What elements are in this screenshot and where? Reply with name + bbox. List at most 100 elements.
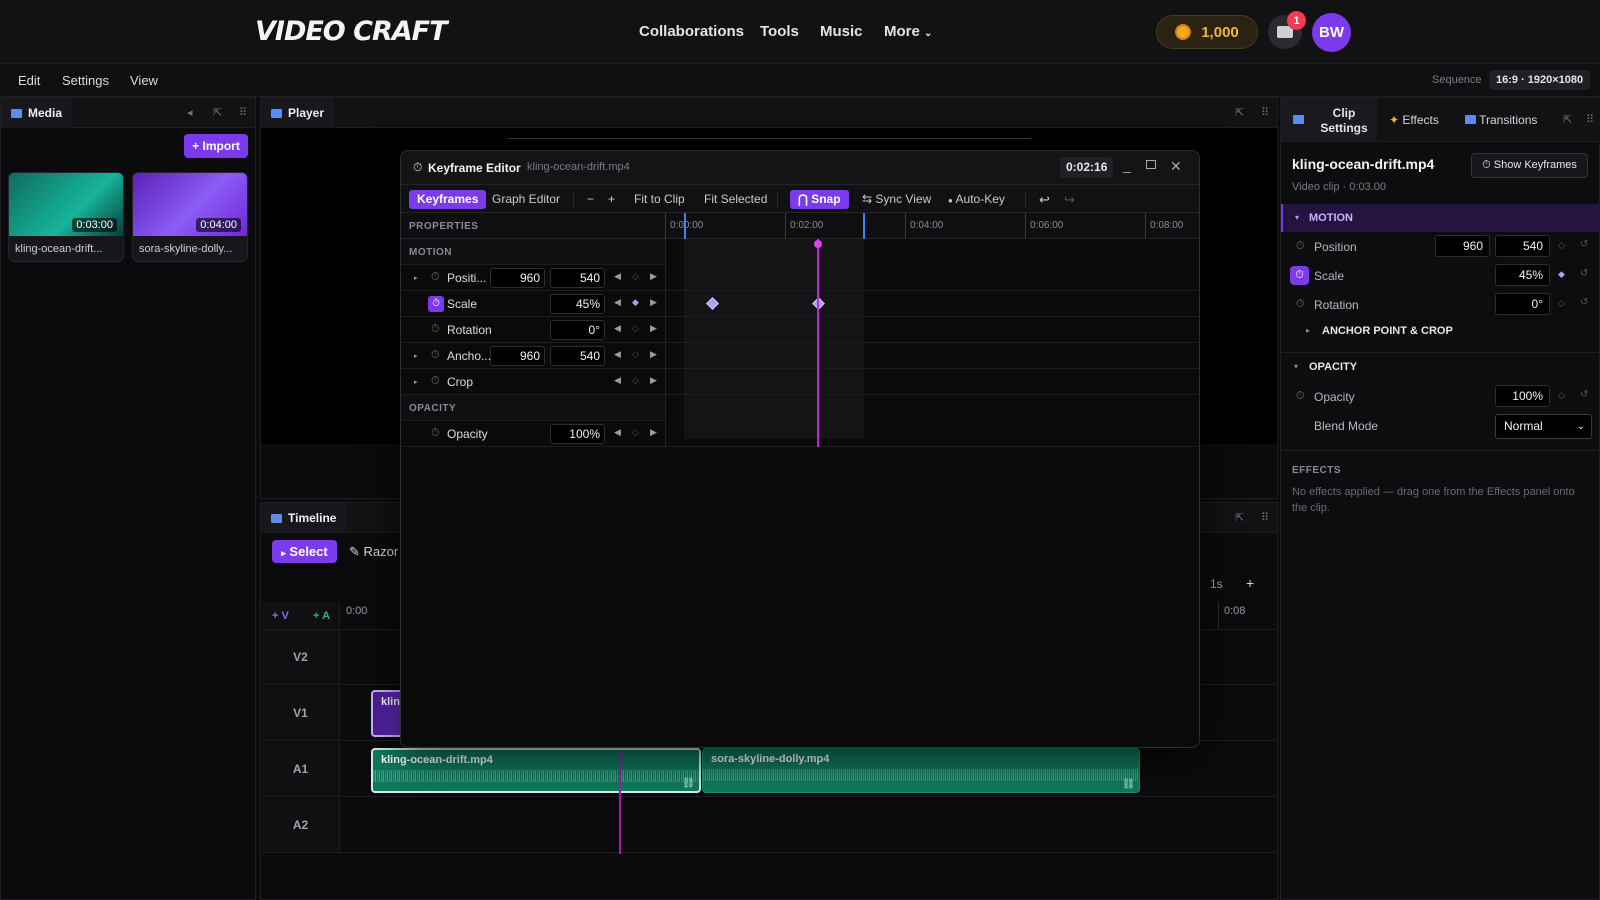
prev-keyframe-icon[interactable]: ◀ — [614, 271, 621, 282]
add-video-track-button[interactable]: + V — [272, 610, 289, 622]
next-keyframe-icon[interactable]: ▶ — [650, 349, 657, 360]
import-button[interactable]: + Import — [184, 134, 248, 158]
keyframe-diamond-icon[interactable]: ◆ — [1558, 269, 1565, 280]
track-header-a1[interactable]: A1 — [262, 742, 340, 797]
reset-icon[interactable]: ↺ — [1580, 268, 1588, 279]
keyframe-editor-titlebar[interactable]: ⏱ Keyframe Editor kling-ocean-drift.mp4 … — [401, 151, 1199, 185]
keyframe-toggle-icon[interactable]: ◇ — [632, 375, 639, 386]
tab-clip-settings[interactable]: Clip Settings — [1281, 98, 1377, 142]
popout-icon[interactable]: ⇱ — [1235, 106, 1244, 119]
expand-icon[interactable]: ▸ — [414, 352, 418, 360]
keyframe-playhead[interactable] — [817, 239, 819, 447]
auto-key-toggle[interactable]: ● Auto-Key — [948, 190, 1005, 209]
fit-to-clip-button[interactable]: Fit to Clip — [634, 190, 685, 209]
anchor-y-field[interactable]: 540 — [550, 346, 605, 366]
drag-handle-icon[interactable]: ⠿ — [239, 106, 247, 119]
sequence-setting[interactable]: 16:9 · 1920×1080 — [1489, 70, 1591, 90]
reset-icon[interactable]: ↺ — [1580, 297, 1588, 308]
nav-music[interactable]: Music — [820, 23, 863, 40]
track-header-a2[interactable]: A2 — [262, 798, 340, 853]
track-a2[interactable] — [340, 798, 1276, 853]
tab-transitions[interactable]: Transitions — [1465, 113, 1537, 127]
keyframe-toggle-icon[interactable]: ◇ — [632, 427, 639, 438]
keyframe-toggle-icon[interactable]: ◇ — [632, 323, 639, 334]
zoom-in-button[interactable]: + — [608, 190, 615, 209]
scale-field[interactable]: 45% — [1495, 264, 1550, 286]
prev-keyframe-icon[interactable]: ◀ — [614, 323, 621, 334]
anchor-crop-section[interactable]: ANCHOR POINT & CROP — [1322, 325, 1453, 337]
popout-icon[interactable]: ⇱ — [213, 106, 222, 119]
next-keyframe-icon[interactable]: ▶ — [650, 297, 657, 308]
keyframe-toggle-icon[interactable]: ◇ — [632, 271, 639, 282]
tab-graph-editor[interactable]: Graph Editor — [492, 190, 560, 209]
reset-icon[interactable]: ↺ — [1580, 389, 1588, 400]
expand-icon[interactable]: ▸ — [414, 378, 418, 386]
next-keyframe-icon[interactable]: ▶ — [650, 375, 657, 386]
keyframe-toggle-icon[interactable]: ◇ — [632, 349, 639, 360]
stopwatch-icon[interactable]: ⏱ — [431, 271, 440, 284]
audio-clip[interactable]: sora-skyline-dolly.mp4 ⛓ — [702, 748, 1140, 793]
position-x-field[interactable]: 960 — [1435, 235, 1490, 257]
playhead-handle[interactable] — [814, 240, 822, 248]
rotation-field[interactable]: 0° — [550, 320, 605, 340]
position-x-field[interactable]: 960 — [490, 268, 545, 288]
track-a1[interactable]: kling-ocean-drift.mp4 ⛓ sora-skyline-doll… — [340, 742, 1276, 797]
zoom-in-button[interactable]: + — [1246, 575, 1254, 591]
rotation-field[interactable]: 0° — [1495, 293, 1550, 315]
opacity-section-header[interactable]: OPACITY — [1309, 361, 1357, 373]
position-y-field[interactable]: 540 — [550, 268, 605, 288]
add-audio-track-button[interactable]: + A — [313, 610, 330, 622]
timeline-playhead[interactable] — [619, 752, 621, 854]
motion-section-header[interactable]: ▾ MOTION — [1281, 204, 1599, 232]
prev-keyframe-icon[interactable]: ◀ — [614, 297, 621, 308]
stopwatch-icon[interactable]: ⏱ — [431, 375, 440, 388]
keyframe-diamond-icon[interactable]: ◆ — [632, 297, 639, 308]
stopwatch-icon[interactable]: ⏱ — [431, 349, 440, 362]
position-y-field[interactable]: 540 — [1495, 235, 1550, 257]
anchor-x-field[interactable]: 960 — [490, 346, 545, 366]
drag-handle-icon[interactable]: ⠿ — [1586, 113, 1594, 126]
media-item[interactable]: 0:03:00 kling-ocean-drift... — [8, 172, 124, 262]
nav-more[interactable]: More ⌄ — [884, 23, 932, 40]
fit-selected-button[interactable]: Fit Selected — [704, 190, 767, 209]
reset-icon[interactable]: ↺ — [1580, 239, 1588, 250]
expand-icon[interactable]: ▸ — [414, 274, 418, 282]
razor-tool-button[interactable]: ✎ Razor — [349, 544, 398, 560]
drag-handle-icon[interactable]: ⠿ — [1261, 511, 1269, 524]
select-tool-button[interactable]: ▸ Select — [272, 540, 337, 563]
show-keyframes-button[interactable]: ⏱ Show Keyframes — [1471, 153, 1588, 178]
redo-icon[interactable]: ↪ — [1064, 190, 1075, 209]
stopwatch-icon[interactable]: ⏱ — [1296, 390, 1305, 403]
next-keyframe-icon[interactable]: ▶ — [650, 427, 657, 438]
avatar[interactable]: BW — [1312, 13, 1351, 52]
scale-field[interactable]: 45% — [550, 294, 605, 314]
tab-effects[interactable]: ✦ Effects — [1389, 113, 1439, 127]
stopwatch-icon[interactable]: ⏱ — [1296, 240, 1305, 253]
stopwatch-active-icon[interactable]: ⏱ — [428, 296, 444, 312]
opacity-field[interactable]: 100% — [550, 424, 605, 444]
audio-clip[interactable]: kling-ocean-drift.mp4 ⛓ — [371, 748, 701, 793]
zoom-out-button[interactable]: − — [587, 190, 594, 209]
drag-handle-icon[interactable]: ⠿ — [1261, 106, 1269, 119]
media-item[interactable]: 0:04:00 sora-skyline-dolly... — [132, 172, 248, 262]
next-keyframe-icon[interactable]: ▶ — [650, 323, 657, 334]
timecode-display[interactable]: 0:02:16 — [1060, 157, 1114, 178]
track-header-v1[interactable]: V1 — [262, 686, 340, 741]
minimize-icon[interactable]: _ — [1123, 157, 1131, 173]
collapse-icon[interactable]: ◂ — [187, 106, 193, 119]
next-keyframe-icon[interactable]: ▶ — [650, 271, 657, 282]
nav-collaborations[interactable]: Collaborations — [639, 23, 744, 40]
timeline-zoom-level[interactable]: 1s — [1210, 577, 1223, 591]
coin-balance[interactable]: 1,000 — [1156, 15, 1258, 49]
menu-settings[interactable]: Settings — [62, 73, 109, 88]
snap-toggle[interactable]: ⋂ Snap — [790, 190, 849, 209]
undo-icon[interactable]: ↩ — [1039, 190, 1050, 209]
tab-media[interactable]: Media — [1, 98, 73, 128]
keyframe-toggle-icon[interactable]: ◇ — [1558, 298, 1565, 309]
opacity-field[interactable]: 100% — [1495, 385, 1550, 407]
keyframe-marker[interactable] — [706, 297, 719, 310]
stopwatch-icon[interactable]: ⏱ — [431, 427, 440, 440]
maximize-icon[interactable] — [1146, 160, 1156, 169]
stopwatch-icon[interactable]: ⏱ — [431, 323, 440, 336]
popout-icon[interactable]: ⇱ — [1235, 511, 1244, 524]
